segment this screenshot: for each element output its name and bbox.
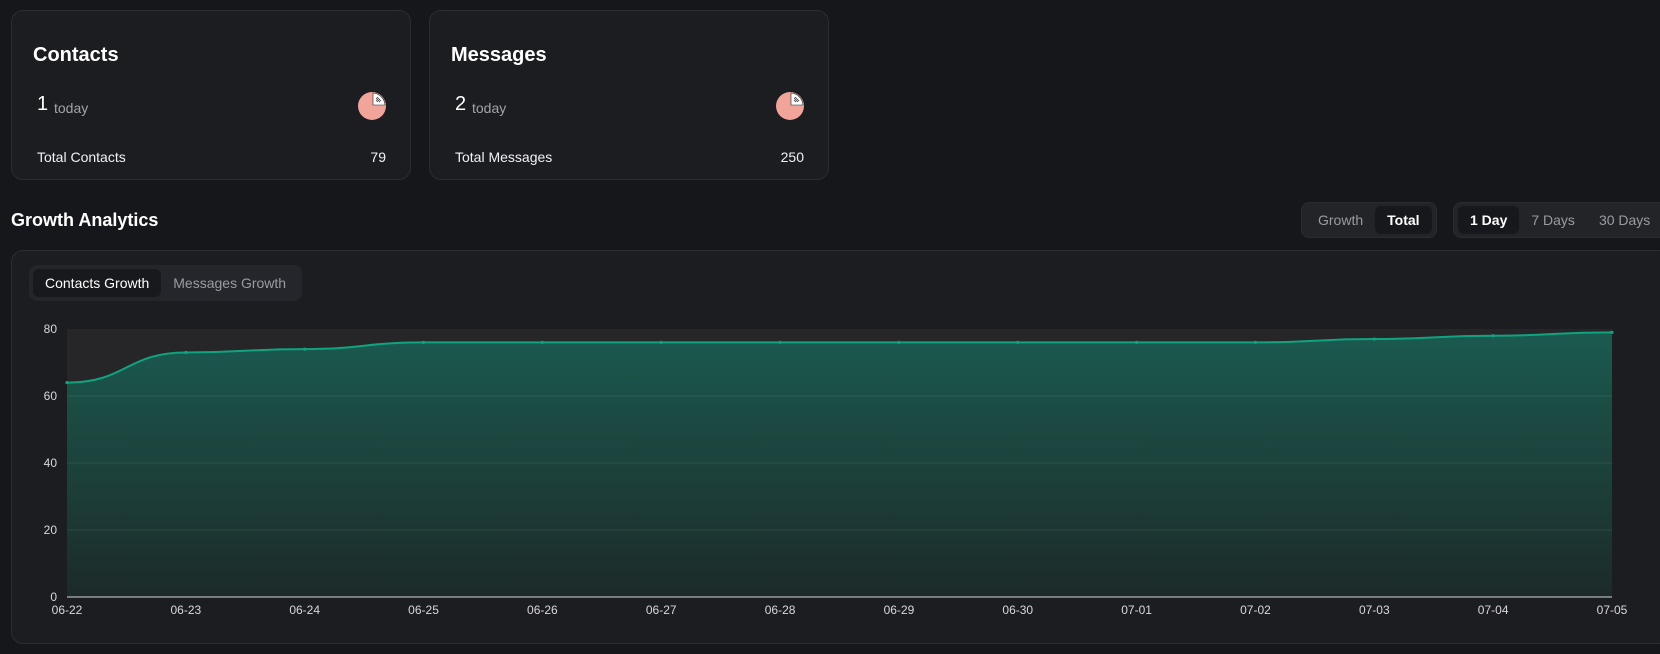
- data-point: [1372, 337, 1376, 341]
- x-tick-label: 06-26: [527, 603, 558, 617]
- range-toggle: 1 Day 7 Days 30 Days: [1453, 202, 1660, 238]
- data-point: [1610, 330, 1614, 334]
- total-contacts-value: 79: [370, 149, 386, 165]
- data-point: [778, 340, 782, 344]
- x-tick-label: 07-04: [1478, 603, 1509, 617]
- data-point: [1135, 340, 1139, 344]
- y-tick-label: 0: [50, 590, 57, 604]
- chart-panel: Contacts Growth Messages Growth 0 20 40 60 8…: [11, 250, 1660, 644]
- x-tick-label: 06-22: [52, 603, 83, 617]
- total-messages-label: Total Messages: [455, 149, 553, 165]
- data-point: [65, 381, 69, 385]
- mode-toggle: Growth Total: [1301, 202, 1437, 238]
- contacts-today-count: 1: [37, 93, 49, 115]
- messages-card: Messages 2 today Total Messages 250: [429, 10, 829, 180]
- dashboard-page: Contacts 1 today Total Contacts 79 Messa…: [0, 0, 1660, 654]
- contacts-today-label: today: [54, 100, 89, 116]
- pie-chart-icon: [358, 92, 386, 120]
- mode-growth-button[interactable]: Growth: [1306, 206, 1375, 234]
- data-point: [1253, 340, 1258, 344]
- x-tick-label: 06-23: [170, 603, 201, 617]
- data-point: [897, 340, 901, 344]
- data-point: [1491, 334, 1495, 338]
- mode-total-button[interactable]: Total: [1375, 206, 1432, 234]
- x-tick-label: 06-24: [289, 603, 320, 617]
- data-point: [421, 340, 426, 344]
- contacts-card: Contacts 1 today Total Contacts 79: [11, 10, 411, 180]
- messages-card-title: Messages: [451, 44, 547, 66]
- y-tick-label: 40: [44, 456, 58, 470]
- pie-chart-icon: [776, 92, 804, 120]
- x-tick-label: 06-30: [1002, 603, 1033, 617]
- contacts-growth-chart: 0 20 40 60 80 06-22 06-23 06-24 06-25 06-26 06-27 0…: [44, 322, 1628, 617]
- total-messages-value: 250: [780, 149, 804, 165]
- y-tick-label: 20: [44, 523, 58, 537]
- x-tick-label: 07-03: [1359, 603, 1390, 617]
- y-tick-label: 60: [44, 389, 58, 403]
- data-point: [184, 350, 188, 355]
- section-title: Growth Analytics: [11, 210, 159, 230]
- messages-today-count: 2: [455, 93, 467, 115]
- x-tick-label: 06-29: [884, 603, 915, 617]
- x-tick-label: 07-02: [1240, 603, 1271, 617]
- data-point: [659, 340, 663, 344]
- range-7-days-button[interactable]: 7 Days: [1519, 206, 1587, 234]
- x-tick-label: 07-05: [1597, 603, 1628, 617]
- x-tick-label: 06-28: [765, 603, 796, 617]
- x-tick-label: 06-27: [646, 603, 677, 617]
- data-point: [540, 340, 544, 344]
- y-tick-label: 80: [44, 322, 58, 336]
- messages-today-label: today: [472, 100, 507, 116]
- contacts-area-fill: [67, 332, 1612, 597]
- total-contacts-label: Total Contacts: [37, 149, 126, 165]
- x-tick-label: 06-25: [408, 603, 439, 617]
- contacts-card-title: Contacts: [33, 44, 119, 66]
- range-30-days-button[interactable]: 30 Days: [1587, 206, 1660, 234]
- data-point: [303, 347, 307, 351]
- x-tick-label: 07-01: [1121, 603, 1152, 617]
- range-1-day-button[interactable]: 1 Day: [1458, 206, 1520, 234]
- data-point: [1016, 340, 1020, 344]
